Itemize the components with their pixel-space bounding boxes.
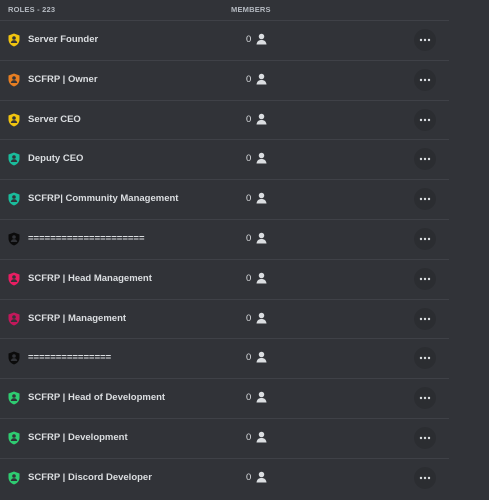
more-options-icon	[419, 277, 431, 280]
role-name: Deputy CEO	[28, 153, 84, 165]
more-options-icon	[419, 237, 431, 241]
role-row[interactable]: SCFRP| Community Management 0	[0, 179, 449, 219]
member-count: 0	[246, 153, 252, 165]
roles-count-heading: ROLES - 223	[8, 5, 56, 14]
more-options-icon	[419, 476, 431, 479]
role-row[interactable]: =============== 0	[0, 338, 449, 378]
person-icon	[256, 73, 267, 85]
person-icon	[256, 312, 267, 324]
more-options-button[interactable]	[414, 148, 436, 171]
role-name: SCFRP | Management	[28, 312, 127, 324]
shield-icon	[8, 73, 20, 87]
role-name: SCFRP | Discord Developer	[28, 471, 152, 483]
role-name: SCFRP| Community Management	[28, 193, 179, 205]
more-options-button[interactable]	[414, 466, 436, 489]
role-row[interactable]: Server CEO 0	[0, 99, 449, 140]
more-options-button[interactable]	[414, 267, 436, 290]
shield-icon	[8, 351, 20, 365]
more-options-button[interactable]	[414, 29, 436, 51]
role-row[interactable]: SCFRP | Head Management 0	[0, 258, 449, 299]
member-count: 0	[246, 272, 252, 284]
role-name: SCFRP | Owner	[28, 73, 98, 85]
shield-icon	[8, 152, 20, 166]
role-row[interactable]: Server Founder 0	[0, 20, 449, 60]
role-row[interactable]: SCFRP | Head of Development 0	[0, 378, 449, 418]
more-options-icon	[419, 197, 431, 201]
more-options-button[interactable]	[414, 426, 436, 449]
more-options-icon	[419, 158, 431, 161]
role-row[interactable]: SCFRP | Owner 0	[0, 59, 449, 100]
member-count: 0	[246, 431, 252, 443]
more-options-button[interactable]	[414, 108, 436, 131]
member-count: 0	[246, 193, 252, 205]
more-options-icon	[419, 396, 431, 400]
more-options-button[interactable]	[414, 68, 436, 91]
person-icon	[256, 471, 267, 483]
more-options-icon	[419, 357, 431, 360]
roles-list-header: ROLES - 223 MEMBERS	[0, 0, 489, 20]
member-count: 0	[246, 471, 252, 483]
shield-icon	[8, 471, 20, 485]
member-count: 0	[246, 34, 252, 45]
more-options-icon	[419, 317, 431, 320]
shield-icon	[8, 192, 20, 206]
shield-icon	[8, 431, 20, 445]
member-count: 0	[246, 392, 252, 404]
member-count: 0	[246, 352, 252, 364]
role-name: ===============	[28, 352, 112, 364]
person-icon	[256, 33, 267, 45]
role-row[interactable]: SCFRP | Discord Developer 0	[0, 457, 449, 498]
more-options-button[interactable]	[414, 227, 436, 250]
role-name: Server Founder	[28, 34, 99, 45]
more-options-icon	[419, 118, 431, 121]
person-icon	[256, 272, 267, 284]
role-name: =====================	[28, 232, 145, 244]
person-icon	[256, 192, 267, 204]
shield-icon	[8, 33, 20, 47]
role-name: SCFRP | Development	[28, 431, 128, 443]
more-options-button[interactable]	[414, 188, 436, 211]
more-options-icon	[419, 78, 431, 81]
more-options-icon	[419, 38, 431, 42]
member-count: 0	[246, 232, 252, 244]
shield-icon	[8, 312, 20, 326]
role-row[interactable]: ===================== 0	[0, 218, 449, 259]
role-name: Server CEO	[28, 113, 81, 125]
role-row[interactable]: SCFRP | Management 0	[0, 298, 449, 339]
more-options-button[interactable]	[414, 307, 436, 330]
person-icon	[256, 391, 267, 403]
member-count: 0	[246, 73, 252, 85]
person-icon	[256, 431, 267, 443]
shield-icon	[8, 391, 20, 405]
person-icon	[256, 153, 267, 164]
shield-icon	[8, 113, 20, 127]
member-count: 0	[246, 312, 252, 324]
person-icon	[256, 352, 267, 363]
member-count: 0	[246, 113, 252, 125]
roles-list: Server Founder 0 SCFRP | Owner 0 Server CEO 0…	[0, 20, 489, 498]
more-options-icon	[419, 436, 431, 440]
members-column-heading: MEMBERS	[231, 5, 271, 14]
role-name: SCFRP | Head Management	[28, 272, 152, 284]
more-options-button[interactable]	[414, 387, 436, 410]
shield-icon	[8, 272, 20, 286]
person-icon	[256, 232, 267, 244]
role-name: SCFRP | Head of Development	[28, 392, 166, 404]
shield-icon	[8, 232, 20, 246]
role-row[interactable]: Deputy CEO 0	[0, 139, 449, 179]
more-options-button[interactable]	[414, 347, 436, 370]
role-row[interactable]: SCFRP | Development 0	[0, 417, 449, 458]
person-icon	[256, 113, 267, 125]
